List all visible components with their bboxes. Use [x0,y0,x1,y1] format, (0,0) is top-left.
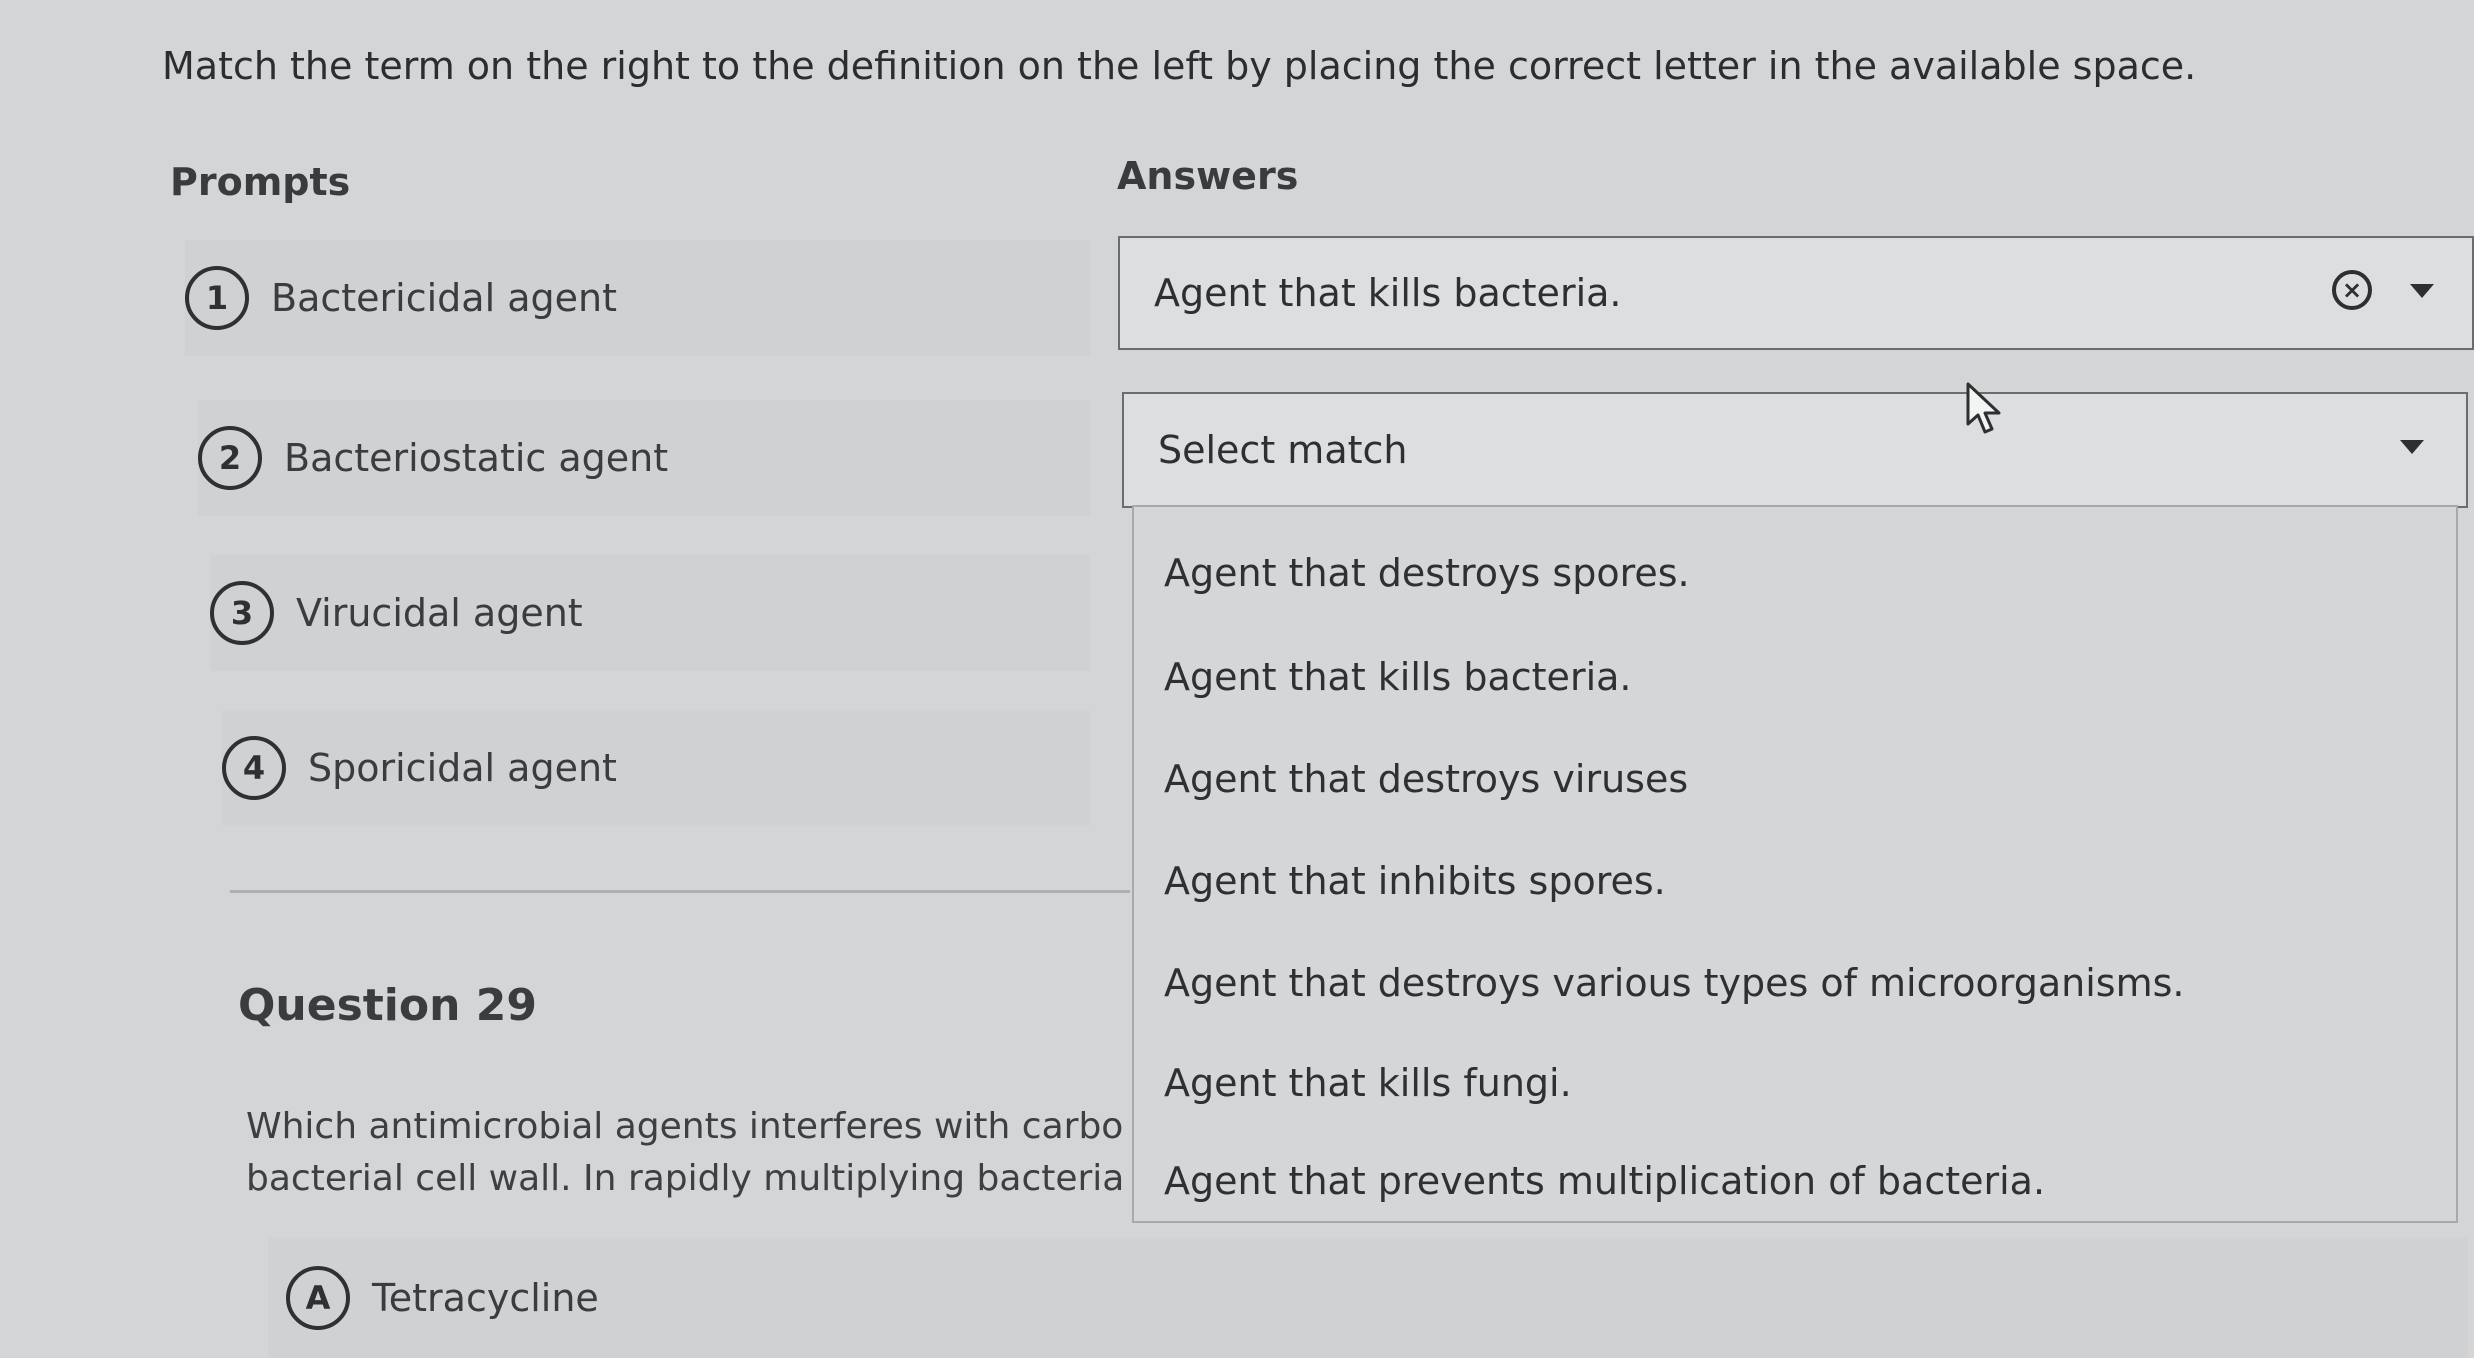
dropdown-option[interactable]: Agent that kills bacteria. [1164,655,1632,699]
dropdown-option[interactable]: Agent that inhibits spores. [1164,859,1666,903]
answers-header: Answers [1117,154,1299,198]
answer-select-value: Agent that kills bacteria. [1154,271,1622,315]
prompt-label: Bactericidal agent [271,276,617,320]
prompt-number-badge: 3 [210,581,274,645]
question-text-line-1: Which antimicrobial agents interferes wi… [246,1106,1126,1147]
answer-select-placeholder: Select match [1158,428,1408,472]
prompt-label: Sporicidal agent [308,746,617,790]
dropdown-option[interactable]: Agent that destroys viruses [1164,757,1688,801]
answer-select-1[interactable]: Agent that kills bacteria. × [1118,236,2474,350]
caret-down-icon[interactable] [2400,440,2424,454]
prompt-row-4: 4 Sporicidal agent [222,710,1090,826]
prompt-row-3: 3 Virucidal agent [210,555,1090,671]
question-title: Question 29 [238,980,537,1031]
section-divider [230,890,1130,893]
prompt-row-2: 2 Bacteriostatic agent [198,400,1090,516]
mouse-pointer-icon [1966,382,2001,434]
dropdown-option[interactable]: Agent that kills fungi. [1164,1061,1572,1105]
choice-letter-badge: A [286,1266,350,1330]
match-dropdown-list[interactable]: Agent that destroys spores. Agent that k… [1132,505,2458,1223]
prompt-number-badge: 1 [185,266,249,330]
answer-choice-a[interactable]: A Tetracycline [268,1238,2468,1358]
clear-circle-x-icon[interactable]: × [2332,270,2372,310]
answer-select-2[interactable]: Select match [1122,392,2468,508]
dropdown-option[interactable]: Agent that destroys spores. [1164,551,1690,595]
question-text-line-2: bacterial cell wall. In rapidly multiply… [246,1158,1126,1199]
prompt-number-badge: 2 [198,426,262,490]
prompt-row-1: 1 Bactericidal agent [185,240,1090,356]
prompts-header: Prompts [170,160,351,204]
dropdown-option[interactable]: Agent that prevents multiplication of ba… [1164,1159,2045,1203]
instructions-text: Match the term on the right to the defin… [162,44,2197,88]
prompt-number-badge: 4 [222,736,286,800]
choice-label: Tetracycline [372,1276,599,1320]
dropdown-option[interactable]: Agent that destroys various types of mic… [1164,961,2185,1005]
prompt-label: Bacteriostatic agent [284,436,669,480]
caret-down-icon[interactable] [2410,284,2434,298]
prompt-label: Virucidal agent [296,591,583,635]
